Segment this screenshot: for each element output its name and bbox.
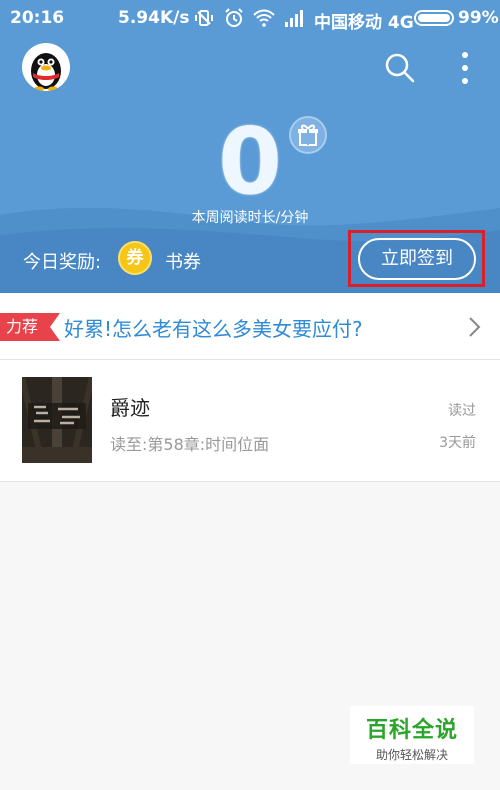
- penguin-icon: [31, 53, 61, 91]
- status-battery-percent: 99%: [458, 8, 499, 28]
- coupon-label: 书券: [165, 252, 201, 273]
- alarm-icon: [225, 8, 243, 27]
- recommendation-row[interactable]: 力荐 好累!怎么老有这么多美女要应付?: [0, 293, 500, 360]
- book-read-status: 读过: [448, 403, 476, 419]
- battery-icon: [414, 10, 454, 26]
- book-last-read-time: 3天前: [439, 435, 476, 451]
- book-list: 爵迹 读至:第58章:时间位面 读过 3天前: [0, 360, 500, 482]
- gift-button[interactable]: [289, 116, 327, 154]
- weekly-read-label: 本周阅读时长/分钟: [191, 210, 309, 226]
- weekly-read-minutes: 0: [217, 108, 282, 215]
- vibrate-off-icon: [195, 10, 213, 26]
- recommend-badge-label: 力荐: [6, 317, 39, 336]
- badge-notch: [50, 313, 60, 341]
- search-icon[interactable]: [384, 52, 416, 84]
- book-cover-art: [22, 377, 92, 463]
- status-network-speed: 5.94K/s: [118, 8, 190, 28]
- chevron-right-icon[interactable]: [466, 315, 482, 339]
- battery-fill: [418, 14, 450, 22]
- header-banner: 20:16 5.94K/s 中国移动 4G 99% 0 本周阅读时长/分钟 今日…: [0, 0, 500, 293]
- more-vertical-icon[interactable]: [455, 50, 475, 86]
- qq-penguin-avatar[interactable]: [22, 43, 70, 91]
- reward-label: 今日奖励:: [23, 252, 102, 273]
- status-time: 20:16: [10, 8, 65, 28]
- wifi-icon: [253, 9, 275, 27]
- status-carrier: 中国移动 4G: [314, 13, 414, 33]
- coupon-coin-icon: 券: [118, 241, 152, 275]
- recommend-badge: 力荐: [0, 313, 60, 341]
- book-cover-image[interactable]: [22, 377, 92, 463]
- recommendation-text[interactable]: 好累!怎么老有这么多美女要应付?: [64, 313, 363, 342]
- checkin-button[interactable]: 立即签到: [358, 238, 476, 280]
- signal-icon: [285, 10, 303, 27]
- watermark-logo: 百科全说 助你轻松解决: [350, 706, 474, 764]
- gift-icon: [298, 124, 318, 146]
- watermark-main-text: 百科全说: [365, 718, 458, 743]
- status-bar: 20:16 5.94K/s 中国移动 4G 99%: [0, 0, 500, 36]
- book-title: 爵迹: [110, 396, 150, 420]
- book-progress: 读至:第58章:时间位面: [110, 435, 270, 454]
- watermark-sub-text: 助你轻松解决: [375, 748, 448, 762]
